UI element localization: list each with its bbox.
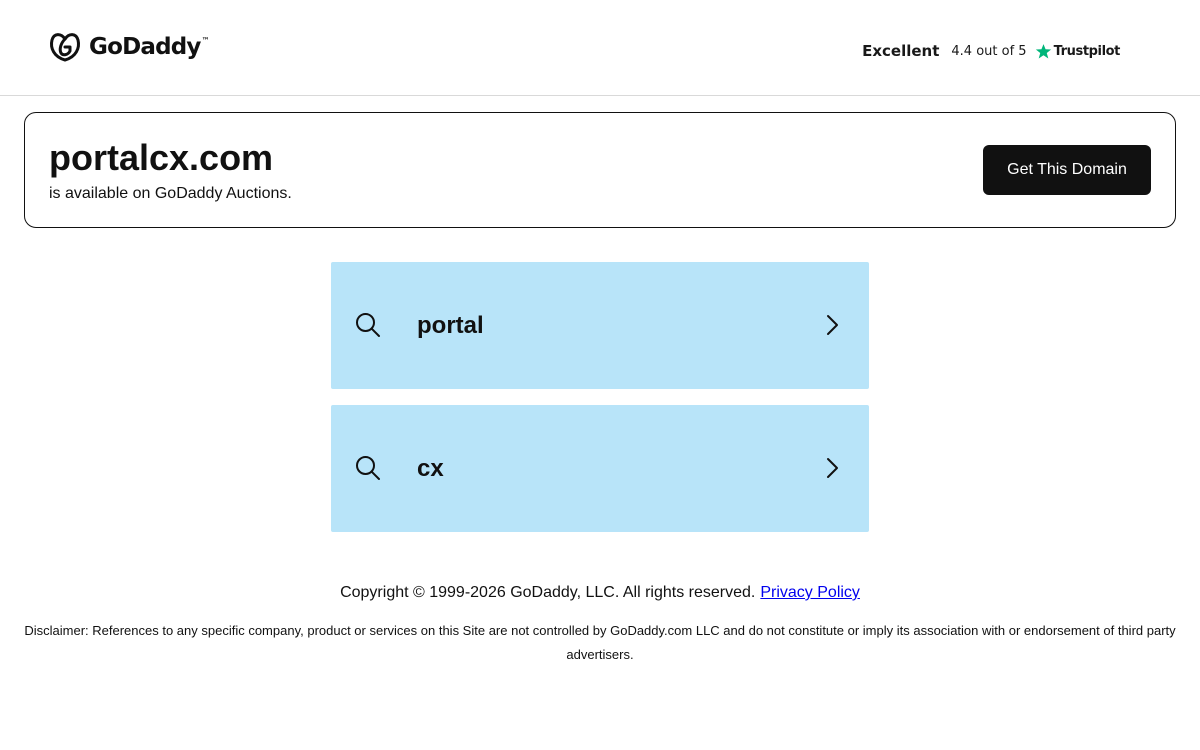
search-icon: [356, 313, 380, 337]
copyright-line: Copyright © 1999-2026 GoDaddy, LLC. All …: [0, 584, 1200, 602]
disclaimer-text: Disclaimer: References to any specific c…: [24, 623, 1176, 662]
domain-availability-text: is available on GoDaddy Auctions.: [49, 185, 292, 202]
search-suggestion-label: portal: [417, 312, 484, 339]
copyright-text: Copyright © 1999-2026 GoDaddy, LLC. All …: [340, 584, 756, 601]
trustpilot-rating[interactable]: Excellent 4.4 out of 5 Trustpilot: [862, 40, 1120, 62]
trustpilot-star-icon: [1035, 43, 1051, 58]
privacy-policy-link[interactable]: Privacy Policy: [760, 584, 860, 601]
search-icon: [356, 456, 380, 480]
trustpilot-brand: Trustpilot: [1053, 43, 1121, 59]
logo-wordmark: GoDaddy™: [89, 34, 210, 60]
search-suggestion-cx[interactable]: cx: [331, 405, 869, 532]
search-suggestion-label: cx: [417, 455, 444, 482]
trustpilot-excellent-label: Excellent: [862, 42, 940, 60]
chevron-right-icon: [827, 458, 838, 478]
trustpilot-score: 4.4 out of 5: [951, 43, 1027, 59]
godaddy-logo[interactable]: GoDaddy™: [48, 31, 210, 63]
godaddy-logo-icon: [50, 33, 80, 62]
domain-card: portalcx.com is available on GoDaddy Auc…: [24, 112, 1176, 228]
get-this-domain-button[interactable]: Get This Domain: [983, 145, 1151, 195]
domain-name: portalcx.com: [49, 137, 274, 178]
site-header: GoDaddy™ Excellent 4.4 out of 5 Trustpil…: [0, 0, 1200, 96]
search-suggestion-portal[interactable]: portal: [331, 262, 869, 389]
chevron-right-icon: [827, 315, 838, 335]
